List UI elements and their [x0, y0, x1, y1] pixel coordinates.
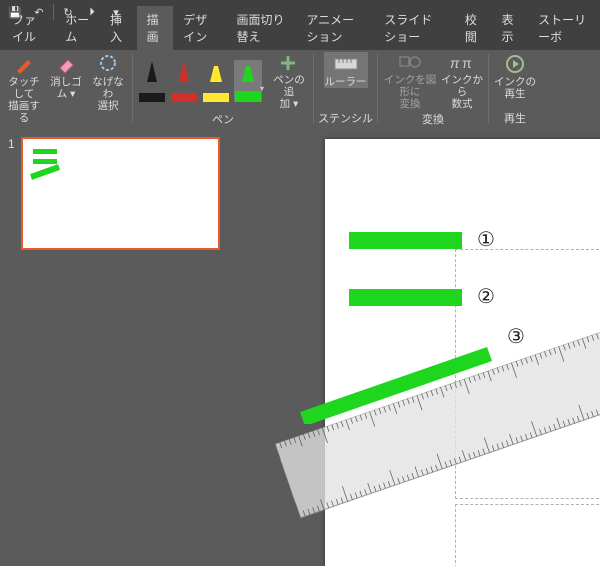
group-pens-label: ペン: [212, 111, 234, 127]
tab-design[interactable]: デザイン: [173, 6, 226, 50]
tab-insert[interactable]: 挿入: [100, 6, 137, 50]
ink-to-math-icon: ππ: [450, 54, 474, 72]
touch-draw-icon: [14, 54, 34, 74]
eraser-button[interactable]: 消しゴム ▾: [46, 52, 86, 100]
ink-to-math-label: インクから数式: [440, 74, 484, 110]
plus-icon: [280, 54, 298, 72]
ink-stroke-1[interactable]: [349, 232, 462, 249]
ink-to-math-button[interactable]: ππ インクから数式: [440, 52, 484, 110]
group-pens: ▾ ペンの追加 ▾ ペン: [133, 50, 313, 127]
pen-nib-icon: [144, 60, 160, 82]
slide-canvas[interactable]: ① ② ③: [325, 139, 600, 566]
tab-slideshow[interactable]: スライド ショー: [374, 6, 455, 50]
group-stencil-label: ステンシル: [318, 110, 373, 126]
ink-to-shape-button[interactable]: インクを図形に変換: [382, 52, 438, 110]
group-convert: インクを図形に変換 ππ インクから数式 変換: [378, 50, 488, 127]
replay-icon: [504, 54, 526, 74]
workspace: 1 ① ② ③: [0, 127, 600, 566]
touch-draw-button[interactable]: タッチして描画する: [4, 52, 44, 124]
ruler-icon: [334, 54, 358, 74]
highlighter-nib-icon: [208, 60, 224, 82]
slide-thumbnail-preview: [21, 137, 220, 250]
lasso-select-button[interactable]: なげなわ選択: [88, 52, 128, 112]
slide-thumbnail-number: 1: [8, 137, 15, 250]
group-tools: タッチして描画する 消しゴム ▾ なげなわ選択 ツール: [0, 50, 132, 127]
tab-storyboard[interactable]: ストーリーボ: [528, 6, 598, 50]
pen-nib-icon: [176, 60, 192, 82]
lasso-label: なげなわ選択: [88, 76, 128, 112]
tab-draw[interactable]: 描画: [137, 6, 174, 50]
add-pen-label: ペンの追加 ▾: [269, 74, 309, 110]
tab-view[interactable]: 表示: [491, 6, 528, 50]
tab-transitions[interactable]: 画面切り替え: [227, 6, 297, 50]
tab-home[interactable]: ホーム: [55, 6, 100, 50]
lasso-icon: [98, 54, 118, 74]
chevron-down-icon: ▾: [260, 84, 264, 93]
slide-thumbnail[interactable]: 1: [8, 137, 237, 250]
annotation-3: ③: [507, 324, 525, 349]
ribbon: タッチして描画する 消しゴム ▾ なげなわ選択 ツール: [0, 50, 600, 127]
ink-to-shape-icon: [398, 54, 422, 72]
annotation-2: ②: [477, 284, 495, 309]
svg-text:π: π: [462, 55, 472, 71]
eraser-label: 消しゴム ▾: [50, 76, 82, 100]
group-replay-label: 再生: [504, 110, 526, 126]
tab-review[interactable]: 校閲: [455, 6, 492, 50]
slide-edit-area[interactable]: ① ② ③: [245, 127, 600, 566]
pen-green-highlighter[interactable]: ▾: [234, 60, 262, 102]
tab-animations[interactable]: アニメーション: [296, 6, 374, 50]
ink-replay-label: インクの再生: [494, 76, 536, 100]
pen-red[interactable]: [170, 60, 198, 102]
ink-preview-icon: [29, 145, 79, 185]
group-stencil: ルーラー ステンシル: [314, 50, 377, 127]
ruler-label: ルーラー: [325, 76, 367, 88]
pen-color-swatch: [171, 93, 197, 102]
group-convert-label: 変換: [422, 111, 444, 127]
touch-draw-label: タッチして描画する: [4, 76, 44, 124]
pen-color-swatch: [235, 91, 261, 102]
pen-black[interactable]: [138, 60, 166, 102]
ink-replay-button[interactable]: インクの再生: [493, 52, 537, 100]
group-replay: インクの再生 再生: [489, 50, 541, 127]
pen-yellow-highlighter[interactable]: [202, 60, 230, 102]
eraser-icon: [56, 54, 76, 74]
pen-color-swatch: [203, 93, 229, 102]
ruler-button[interactable]: ルーラー: [324, 52, 368, 88]
highlighter-nib-icon: [240, 60, 256, 82]
ink-stroke-2[interactable]: [349, 289, 462, 306]
ribbon-tabs: ファイル ホーム 挿入 描画 デザイン 画面切り替え アニメーション スライド …: [0, 24, 600, 50]
subtitle-placeholder[interactable]: [455, 504, 600, 566]
tab-file[interactable]: ファイル: [2, 6, 55, 50]
pen-color-swatch: [139, 93, 165, 102]
slide-thumbnail-pane: 1: [0, 127, 245, 566]
svg-text:π: π: [450, 55, 460, 71]
add-pen-button[interactable]: ペンの追加 ▾: [269, 52, 309, 110]
ink-to-shape-label: インクを図形に変換: [382, 74, 438, 110]
annotation-1: ①: [477, 227, 495, 252]
